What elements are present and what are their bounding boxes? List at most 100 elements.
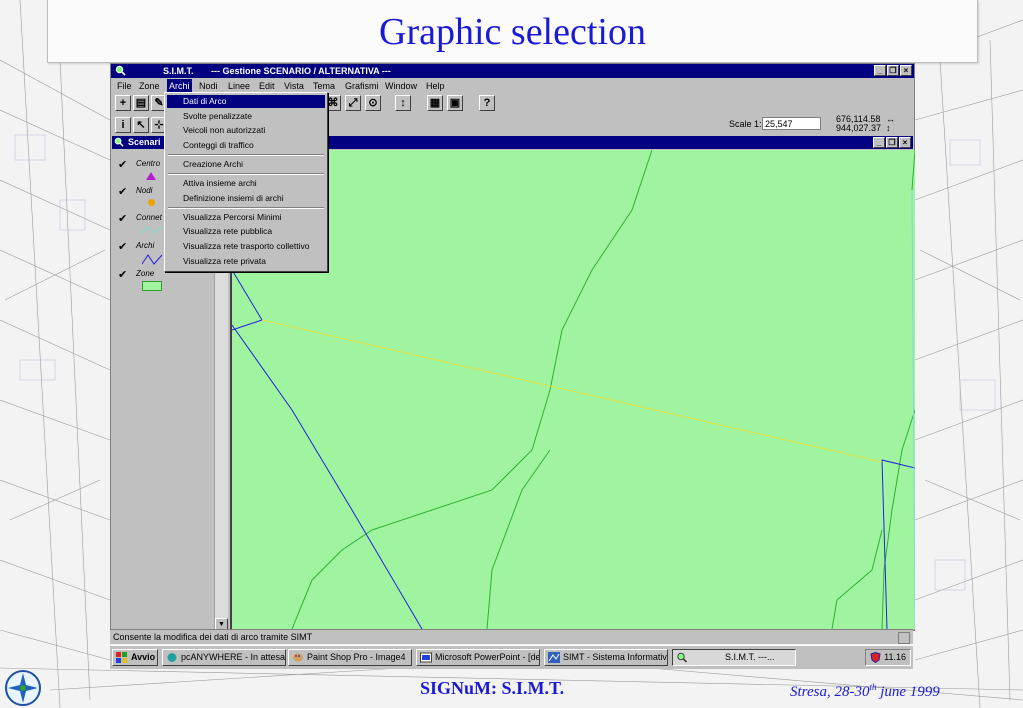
menu-archi[interactable]: Archi [167, 79, 192, 93]
magnifier-icon [114, 137, 124, 147]
help-pointer-icon[interactable]: ? [479, 95, 495, 111]
menu-item-visualizza-rete-trasporto-collettivo[interactable]: Visualizza rete trasporto collettivo [167, 240, 325, 253]
grid-tool-icon[interactable]: ▦ [427, 95, 443, 111]
menu-grafismi[interactable]: Grafismi [343, 79, 381, 93]
coord-arrows: ↔ ↕ [886, 115, 895, 133]
scale-label: Scale 1: [729, 119, 762, 129]
arc-line [231, 324, 423, 630]
footer-title: SIGNuM: S.I.M.T. [420, 678, 565, 698]
properties-tool-icon[interactable]: ▤ [133, 95, 149, 111]
selected-arc-line[interactable] [261, 319, 883, 463]
menu-edit[interactable]: Edit [257, 79, 277, 93]
menu-item-veicoli-non-autorizzati[interactable]: Veicoli non autorizzati [167, 124, 325, 137]
menu-tema[interactable]: Tema [311, 79, 337, 93]
pan-vertical-icon[interactable]: ↕ [395, 95, 411, 111]
check-icon: ✔ [118, 241, 128, 253]
menu-separator [168, 154, 324, 156]
task-simt-active[interactable]: S.I.M.T. ---... [672, 649, 796, 666]
menu-separator [168, 207, 324, 209]
taskbar: Avvio pcANYWHERE - In attesa... Paint Sh… [110, 645, 913, 669]
zone-boundary-line [881, 149, 916, 630]
arrow-pointer-icon[interactable]: ↖ [133, 117, 149, 133]
task-label: SIMT - Sistema Informativo... [563, 652, 668, 662]
legend-label: Centro [136, 159, 161, 168]
coord-y: 944,027.37 [836, 123, 882, 133]
footer-place-date: Stresa, 28-30th june 1999 [790, 682, 940, 701]
task-paint-shop-pro[interactable]: Paint Shop Pro - Image4 [288, 649, 412, 666]
arc-line-icon [142, 254, 162, 265]
menu-help[interactable]: Help [424, 79, 447, 93]
zone-boundary-line [486, 449, 551, 630]
task-label: pcANYWHERE - In attesa... [181, 652, 286, 662]
map-canvas[interactable] [231, 149, 916, 630]
maximize-button[interactable]: ❐ [887, 65, 899, 76]
magnifier-icon [677, 652, 688, 663]
task-powerpoint[interactable]: Microsoft PowerPoint - [de... [416, 649, 540, 666]
paint-palette-icon [293, 653, 303, 662]
check-icon: ✔ [118, 159, 128, 171]
menu-item-definizione-insiemi[interactable]: Definizione insiemi di archi [167, 192, 325, 205]
menu-separator [168, 173, 324, 175]
menu-item-conteggi-di-traffico[interactable]: Conteggi di traffico [167, 139, 325, 152]
menu-item-visualizza-rete-privata[interactable]: Visualizza rete privata [167, 255, 325, 268]
menu-zone[interactable]: Zone [137, 79, 162, 93]
footer-date-post: june 1999 [876, 684, 940, 700]
menu-item-svolte-penalizzate[interactable]: Svolte penalizzate [167, 110, 325, 123]
app-title-bar: S.I.M.T. --- Gestione SCENARIO / ALTERNA… [111, 64, 914, 78]
close-button[interactable]: × [900, 65, 912, 76]
menu-nodi[interactable]: Nodi [197, 79, 220, 93]
zone-boundary-line [831, 529, 883, 630]
connector-line [911, 189, 916, 630]
minimize-button[interactable]: _ [874, 65, 886, 76]
slide-title: Graphic selection [379, 11, 646, 53]
menu-item-visualizza-percorsi-minimi[interactable]: Visualizza Percorsi Minimi [167, 211, 325, 224]
legend-label: Nodi [136, 186, 153, 195]
status-text: Consente la modifica dei dati di arco tr… [113, 632, 313, 642]
legend-label: Connet [136, 213, 162, 222]
task-label: Microsoft PowerPoint - [de... [435, 652, 540, 662]
legend-label: Archi [136, 241, 155, 250]
menu-bar: File Zone Archi Nodi Linee Edit Vista Te… [111, 79, 914, 93]
child-maximize-button[interactable]: ❐ [886, 137, 898, 148]
window-controls: _ ❐ × [874, 65, 912, 76]
add-tool-icon[interactable]: + [115, 95, 131, 111]
zone-fill-icon [142, 281, 162, 291]
menu-file[interactable]: File [115, 79, 134, 93]
menu-item-attiva-insieme-archi[interactable]: Attiva insieme archi [167, 177, 325, 190]
connector-line-icon [142, 226, 162, 234]
resize-grip-icon[interactable] [898, 632, 910, 644]
zoom-window-icon[interactable]: ⤢ [345, 95, 361, 111]
scale-input[interactable]: 25,547 [762, 117, 821, 130]
status-bar: Consente la modifica dei dati di arco tr… [110, 629, 913, 644]
clock[interactable]: 11.16 [884, 650, 906, 665]
triangle-symbol-icon [146, 172, 156, 180]
child-minimize-button[interactable]: _ [873, 137, 885, 148]
simt-map-icon [548, 652, 560, 663]
legend-label: Zone [136, 269, 155, 278]
archi-dropdown-menu: Dati di Arco Svolte penalizzate Veicoli … [164, 92, 328, 272]
powerpoint-icon [420, 652, 432, 663]
task-pcanywhere[interactable]: pcANYWHERE - In attesa... [162, 649, 286, 666]
menu-item-visualizza-rete-pubblica[interactable]: Visualizza rete pubblica [167, 225, 325, 238]
map-view[interactable] [230, 149, 916, 630]
menu-vista[interactable]: Vista [282, 79, 306, 93]
child-close-button[interactable]: × [899, 137, 911, 148]
zone-boundary-line [291, 149, 653, 630]
start-button[interactable]: Avvio [112, 649, 158, 666]
pan-back-icon[interactable]: ⊙ [365, 95, 381, 111]
layer-tool-icon[interactable]: ▣ [447, 95, 463, 111]
menu-linee[interactable]: Linee [226, 79, 252, 93]
task-label: S.I.M.T. ---... [725, 652, 775, 662]
window-title: --- Gestione SCENARIO / ALTERNATIVA --- [211, 66, 391, 76]
menu-item-creazione-archi[interactable]: Creazione Archi [167, 158, 325, 171]
app-name: S.I.M.T. [163, 66, 194, 76]
shield-icon[interactable] [870, 652, 881, 663]
menu-window[interactable]: Window [383, 79, 419, 93]
info-tool-icon[interactable]: i [115, 117, 131, 133]
windows-logo-icon [116, 652, 127, 663]
start-label: Avvio [131, 652, 156, 662]
menu-item-dati-di-arco[interactable]: Dati di Arco [167, 95, 325, 108]
arc-line [231, 269, 263, 331]
check-icon: ✔ [118, 213, 128, 225]
task-simt-sistema[interactable]: SIMT - Sistema Informativo... [544, 649, 668, 666]
